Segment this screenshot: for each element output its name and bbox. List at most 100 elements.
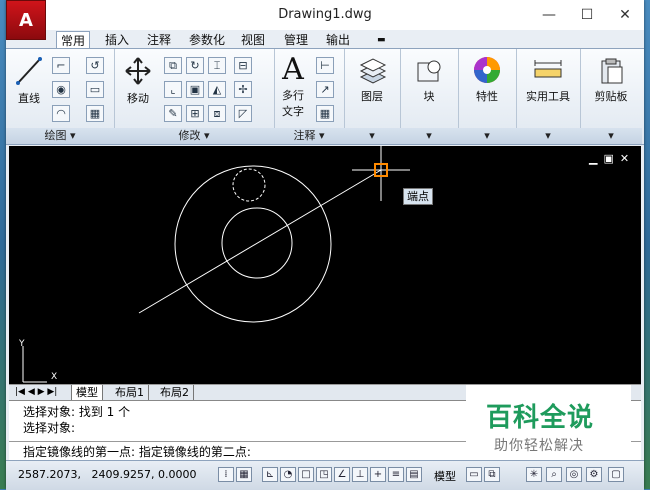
tab-model[interactable]: 模型 <box>71 385 103 401</box>
minimize-icon[interactable]: — <box>534 4 564 26</box>
dynamic-input-icon[interactable]: + <box>370 467 386 482</box>
ortho-mode-icon[interactable]: ⊾ <box>262 467 278 482</box>
properties-panel[interactable]: 特性 ▾ <box>458 49 517 144</box>
annotation-panel-label[interactable]: 注释 ▾ <box>274 128 344 144</box>
polar-tracking-icon[interactable]: ◔ <box>280 467 296 482</box>
drawing-svg <box>22 146 410 383</box>
lineweight-icon[interactable]: ≡ <box>388 467 404 482</box>
layers-tool[interactable]: 图层 <box>350 57 394 104</box>
quick-properties-icon[interactable]: ▤ <box>406 467 422 482</box>
mirror-preview-circle <box>232 168 266 202</box>
tab-manage[interactable]: 管理 <box>280 31 312 49</box>
command-prompt[interactable]: 指定镜像线的第一点: 指定镜像线的第二点: <box>23 443 251 460</box>
arc-icon[interactable]: ◠ <box>52 105 70 122</box>
tab-layout2[interactable]: 布局2 <box>156 385 194 400</box>
tab-annotate[interactable]: 注释 <box>143 31 175 49</box>
layers-expand-icon[interactable]: ▾ <box>344 128 400 144</box>
tab-insert[interactable]: 插入 <box>101 31 133 49</box>
tab-view[interactable]: 视图 <box>237 31 269 49</box>
trim-icon[interactable]: ⌶ <box>208 57 226 74</box>
application-menu-button[interactable]: A <box>6 0 46 40</box>
steering-wheel-icon[interactable]: ◎ <box>566 467 582 482</box>
3d-osnap-icon[interactable]: ◳ <box>316 467 332 482</box>
utilities-label: 实用工具 <box>526 90 570 103</box>
ducs-icon[interactable]: ⊥ <box>352 467 368 482</box>
zoom-icon[interactable]: ⌕ <box>546 467 562 482</box>
offset-icon[interactable]: ⧈ <box>208 105 226 122</box>
rectangle-icon[interactable]: ▭ <box>86 81 104 98</box>
move-icon <box>125 57 151 85</box>
ribbon-tabs: 常用 插入 注释 参数化 视图 管理 输出 ▬ <box>46 31 644 50</box>
viewport-controls[interactable]: ▁▣✕ <box>589 152 635 165</box>
ucs-y-label: Y <box>19 339 25 349</box>
table-icon[interactable]: ▦ <box>316 105 334 122</box>
multiline-text-tool[interactable]: A 多行 文字 <box>276 53 310 119</box>
block-tool[interactable]: 块 <box>406 57 452 104</box>
block-panel[interactable]: 块 ▾ <box>400 49 459 144</box>
layers-panel[interactable]: 图层 ▾ <box>344 49 401 144</box>
block-expand-icon[interactable]: ▾ <box>400 128 458 144</box>
layout-nav-arrows[interactable]: |◀ ◀ ▶ ▶| <box>11 385 61 400</box>
stretch-icon[interactable]: ✎ <box>164 105 182 122</box>
hatch-icon[interactable]: ▦ <box>86 105 104 122</box>
block-icon <box>417 60 441 82</box>
outer-circle[interactable] <box>174 165 332 323</box>
text-label-1: 多行 <box>282 89 304 102</box>
quick-view-layouts-icon[interactable]: ▭ <box>466 467 482 482</box>
move-tool[interactable]: 移动 <box>118 55 158 106</box>
autocad-window: Drawing1.dwg — ☐ ✕ A 常用 插入 注释 参数化 视图 管理 … <box>6 0 644 490</box>
dimension-icon[interactable]: ⊢ <box>316 57 334 74</box>
mirror-icon[interactable]: ◭ <box>208 81 226 98</box>
tab-layout1[interactable]: 布局1 <box>111 385 149 400</box>
annotation-scale-icon[interactable]: ✳ <box>526 467 542 482</box>
array-icon[interactable]: ⊞ <box>186 105 204 122</box>
utilities-panel[interactable]: 实用工具 ▾ <box>516 49 581 144</box>
clipboard-tool[interactable]: 剪贴板 <box>584 57 638 104</box>
tab-output[interactable]: 输出 <box>322 31 354 49</box>
clipboard-expand-icon[interactable]: ▾ <box>580 128 642 144</box>
clipboard-panel[interactable]: 剪贴板 ▾ <box>580 49 642 144</box>
copy-icon[interactable]: ⧉ <box>164 57 182 74</box>
annotation-panel: A 多行 文字 ⊢ ↗ ▦ 注释 ▾ <box>274 49 345 144</box>
measure-icon <box>534 60 562 78</box>
maximize-icon[interactable]: ☐ <box>572 4 602 26</box>
chamfer-icon[interactable]: ◸ <box>234 105 252 122</box>
layers-label: 图层 <box>361 90 383 103</box>
polyline-icon[interactable]: ⌐ <box>52 57 70 74</box>
fillet-icon[interactable]: ⌞ <box>164 81 182 98</box>
modify-panel: 移动 ⧉ ↻ ⌶ ⊟ ⌞ ▣ ◭ ✢ ✎ ⊞ ⧈ ◸ 修改 ▾ <box>114 49 275 144</box>
workspace-switch-icon[interactable]: ⚙ <box>586 467 602 482</box>
circle-icon[interactable]: ◉ <box>52 81 70 98</box>
model-space-button[interactable]: 模型 <box>434 468 456 484</box>
spline-icon[interactable]: ↺ <box>86 57 104 74</box>
snap-mode-icon[interactable]: ⁞ <box>218 467 234 482</box>
draw-panel-label[interactable]: 绘图 ▾ <box>6 128 114 144</box>
clean-screen-icon[interactable]: ▢ <box>608 467 624 482</box>
tab-parametric[interactable]: 参数化 <box>185 31 229 49</box>
properties-expand-icon[interactable]: ▾ <box>458 128 516 144</box>
modify-panel-label[interactable]: 修改 ▾ <box>114 128 274 144</box>
coordinates-readout[interactable]: 2587.2073, 2409.9257, 0.0000 <box>18 468 196 481</box>
line-tool[interactable]: 直线 <box>12 55 46 106</box>
grid-mode-icon[interactable]: ▦ <box>236 467 252 482</box>
color-wheel-icon <box>474 57 500 83</box>
otrack-icon[interactable]: ∠ <box>334 467 350 482</box>
layers-icon <box>359 58 387 84</box>
utilities-tool[interactable]: 实用工具 <box>518 57 578 104</box>
command-history-2: 选择对象: <box>23 421 76 435</box>
properties-tool[interactable]: 特性 <box>464 55 510 104</box>
quick-view-drawings-icon[interactable]: ⧉ <box>484 467 500 482</box>
rotate-icon[interactable]: ↻ <box>186 57 204 74</box>
leader-icon[interactable]: ↗ <box>316 81 334 98</box>
utilities-expand-icon[interactable]: ▾ <box>516 128 580 144</box>
drawing-canvas[interactable]: 端点 Y X ▁▣✕ <box>9 146 641 384</box>
ribbon-minimize-icon[interactable]: ▬ <box>373 31 390 49</box>
scale-icon[interactable]: ▣ <box>186 81 204 98</box>
object-snap-icon[interactable]: □ <box>298 467 314 482</box>
erase-icon[interactable]: ⊟ <box>234 57 252 74</box>
explode-icon[interactable]: ✢ <box>234 81 252 98</box>
watermark: 百科全说 助你轻松解决 <box>466 385 631 460</box>
close-icon[interactable]: ✕ <box>610 4 640 26</box>
snap-tooltip: 端点 <box>403 188 433 205</box>
ucs-icon <box>22 346 47 383</box>
